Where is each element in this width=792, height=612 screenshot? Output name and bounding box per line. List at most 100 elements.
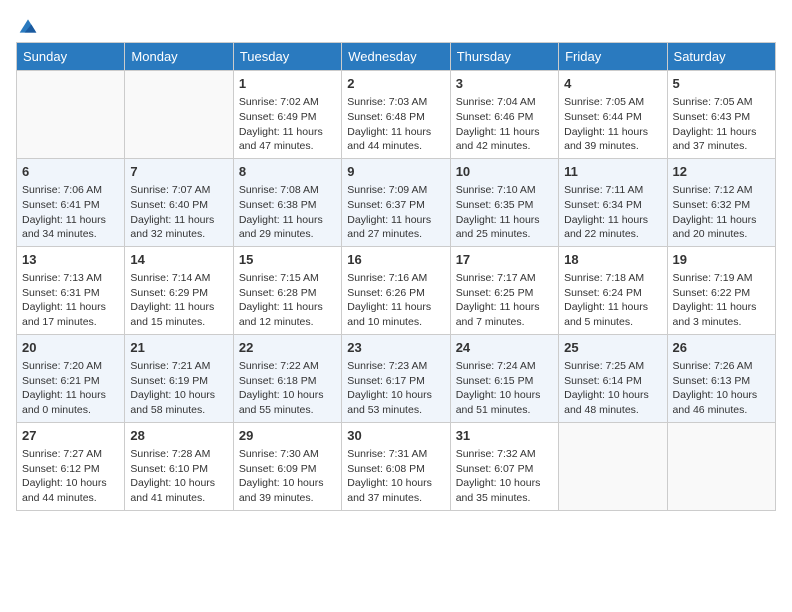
day-content: Daylight: 11 hours and 37 minutes.: [673, 125, 770, 154]
day-content: Daylight: 10 hours and 53 minutes.: [347, 388, 444, 417]
day-content: Sunrise: 7:05 AM: [673, 95, 770, 110]
calendar-day-cell: 12Sunrise: 7:12 AMSunset: 6:32 PMDayligh…: [667, 158, 775, 246]
calendar-day-cell: 4Sunrise: 7:05 AMSunset: 6:44 PMDaylight…: [559, 71, 667, 159]
day-number: 3: [456, 75, 553, 93]
day-number: 10: [456, 163, 553, 181]
day-content: Daylight: 11 hours and 0 minutes.: [22, 388, 119, 417]
day-content: Daylight: 11 hours and 7 minutes.: [456, 300, 553, 329]
day-content: Sunrise: 7:09 AM: [347, 183, 444, 198]
day-content: Sunset: 6:26 PM: [347, 286, 444, 301]
calendar-day-cell: 29Sunrise: 7:30 AMSunset: 6:09 PMDayligh…: [233, 422, 341, 510]
calendar-day-cell: 5 Sunrise: 7:05 AMSunset: 6:43 PMDaylight…: [667, 71, 775, 159]
day-content: Sunrise: 7:32 AM: [456, 447, 553, 462]
day-number: 27: [22, 427, 119, 445]
day-of-week-header: Saturday: [667, 43, 775, 71]
calendar-day-cell: 9 Sunrise: 7:09 AMSunset: 6:37 PMDaylight…: [342, 158, 450, 246]
calendar-day-cell: 31Sunrise: 7:32 AMSunset: 6:07 PMDayligh…: [450, 422, 558, 510]
day-content: Sunrise: 7:31 AM: [347, 447, 444, 462]
calendar-header-row: SundayMondayTuesdayWednesdayThursdayFrid…: [17, 43, 776, 71]
day-content: Sunrise: 7:24 AM: [456, 359, 553, 374]
day-content: Daylight: 11 hours and 44 minutes.: [347, 125, 444, 154]
calendar-day-cell: 25Sunrise: 7:25 AMSunset: 6:14 PMDayligh…: [559, 334, 667, 422]
logo: [16, 16, 38, 32]
day-content: Daylight: 11 hours and 20 minutes.: [673, 213, 770, 242]
day-content: Sunrise: 7:21 AM: [130, 359, 227, 374]
day-content: Sunrise: 7:30 AM: [239, 447, 336, 462]
calendar-day-cell: 6Sunrise: 7:06 AMSunset: 6:41 PMDaylight…: [17, 158, 125, 246]
day-number: 18: [564, 251, 661, 269]
day-content: Sunrise: 7:03 AM: [347, 95, 444, 110]
calendar-day-cell: 14Sunrise: 7:14 AMSunset: 6:29 PMDayligh…: [125, 246, 233, 334]
day-content: Daylight: 10 hours and 44 minutes.: [22, 476, 119, 505]
page-header: [16, 16, 776, 32]
calendar-day-cell: 21Sunrise: 7:21 AMSunset: 6:19 PMDayligh…: [125, 334, 233, 422]
day-content: Daylight: 10 hours and 37 minutes.: [347, 476, 444, 505]
calendar-day-cell: 2Sunrise: 7:03 AMSunset: 6:48 PMDaylight…: [342, 71, 450, 159]
day-content: Sunrise: 7:15 AM: [239, 271, 336, 286]
day-content: Sunrise: 7:25 AM: [564, 359, 661, 374]
calendar-week-row: 13Sunrise: 7:13 AMSunset: 6:31 PMDayligh…: [17, 246, 776, 334]
calendar-day-cell: [17, 71, 125, 159]
day-content: Sunset: 6:17 PM: [347, 374, 444, 389]
day-content: Sunset: 6:07 PM: [456, 462, 553, 477]
calendar-week-row: 20Sunrise: 7:20 AMSunset: 6:21 PMDayligh…: [17, 334, 776, 422]
day-number: 17: [456, 251, 553, 269]
day-content: Sunset: 6:43 PM: [673, 110, 770, 125]
day-content: Sunset: 6:12 PM: [22, 462, 119, 477]
day-number: 14: [130, 251, 227, 269]
day-content: Sunrise: 7:27 AM: [22, 447, 119, 462]
day-content: Sunset: 6:25 PM: [456, 286, 553, 301]
calendar-table: SundayMondayTuesdayWednesdayThursdayFrid…: [16, 42, 776, 511]
calendar-day-cell: 16Sunrise: 7:16 AMSunset: 6:26 PMDayligh…: [342, 246, 450, 334]
day-content: Sunset: 6:18 PM: [239, 374, 336, 389]
day-content: Sunset: 6:22 PM: [673, 286, 770, 301]
day-number: 15: [239, 251, 336, 269]
day-content: Daylight: 11 hours and 5 minutes.: [564, 300, 661, 329]
day-content: Sunset: 6:38 PM: [239, 198, 336, 213]
day-number: 9: [347, 163, 444, 181]
day-content: Sunrise: 7:08 AM: [239, 183, 336, 198]
day-content: Sunset: 6:29 PM: [130, 286, 227, 301]
day-number: 12: [673, 163, 770, 181]
calendar-day-cell: 18Sunrise: 7:18 AMSunset: 6:24 PMDayligh…: [559, 246, 667, 334]
day-number: 20: [22, 339, 119, 357]
day-content: Sunset: 6:28 PM: [239, 286, 336, 301]
calendar-day-cell: 11Sunrise: 7:11 AMSunset: 6:34 PMDayligh…: [559, 158, 667, 246]
calendar-day-cell: 17Sunrise: 7:17 AMSunset: 6:25 PMDayligh…: [450, 246, 558, 334]
day-content: Sunrise: 7:07 AM: [130, 183, 227, 198]
day-number: 13: [22, 251, 119, 269]
day-content: Daylight: 11 hours and 39 minutes.: [564, 125, 661, 154]
day-content: Daylight: 11 hours and 27 minutes.: [347, 213, 444, 242]
day-content: Daylight: 11 hours and 32 minutes.: [130, 213, 227, 242]
calendar-day-cell: 23Sunrise: 7:23 AMSunset: 6:17 PMDayligh…: [342, 334, 450, 422]
day-number: 6: [22, 163, 119, 181]
calendar-day-cell: 8Sunrise: 7:08 AMSunset: 6:38 PMDaylight…: [233, 158, 341, 246]
day-number: 7: [130, 163, 227, 181]
day-number: 24: [456, 339, 553, 357]
day-content: Sunrise: 7:13 AM: [22, 271, 119, 286]
day-content: Sunset: 6:37 PM: [347, 198, 444, 213]
day-content: Daylight: 10 hours and 58 minutes.: [130, 388, 227, 417]
day-content: Daylight: 11 hours and 34 minutes.: [22, 213, 119, 242]
day-content: Sunset: 6:19 PM: [130, 374, 227, 389]
day-content: Daylight: 10 hours and 55 minutes.: [239, 388, 336, 417]
day-content: Sunset: 6:34 PM: [564, 198, 661, 213]
day-of-week-header: Friday: [559, 43, 667, 71]
calendar-day-cell: 20Sunrise: 7:20 AMSunset: 6:21 PMDayligh…: [17, 334, 125, 422]
calendar-day-cell: [667, 422, 775, 510]
day-content: Sunset: 6:14 PM: [564, 374, 661, 389]
day-number: 28: [130, 427, 227, 445]
day-number: 16: [347, 251, 444, 269]
day-content: Sunrise: 7:18 AM: [564, 271, 661, 286]
day-content: Sunrise: 7:02 AM: [239, 95, 336, 110]
day-content: Daylight: 10 hours and 41 minutes.: [130, 476, 227, 505]
calendar-day-cell: [125, 71, 233, 159]
day-number: 29: [239, 427, 336, 445]
calendar-day-cell: 13Sunrise: 7:13 AMSunset: 6:31 PMDayligh…: [17, 246, 125, 334]
calendar-day-cell: 10Sunrise: 7:10 AMSunset: 6:35 PMDayligh…: [450, 158, 558, 246]
calendar-day-cell: 3Sunrise: 7:04 AMSunset: 6:46 PMDaylight…: [450, 71, 558, 159]
day-number: 2: [347, 75, 444, 93]
day-number: 5: [673, 75, 770, 93]
day-number: 4: [564, 75, 661, 93]
day-content: Sunrise: 7:14 AM: [130, 271, 227, 286]
